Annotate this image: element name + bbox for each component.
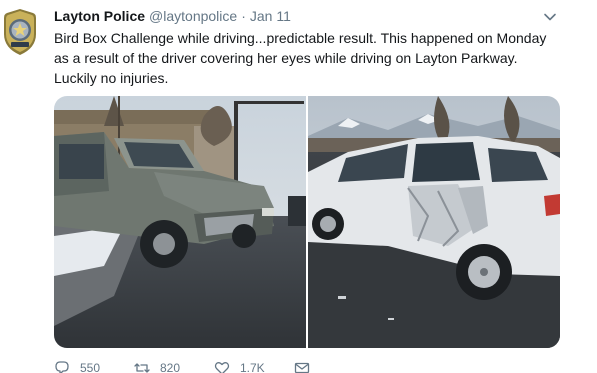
tweet-text-line: Luckily no injuries. (54, 70, 169, 86)
heart-icon (214, 362, 230, 373)
tweet-header: Layton Police @laytonpolice · Jan 11 (54, 8, 291, 28)
author-handle[interactable]: @laytonpolice (149, 8, 237, 24)
retweet-button[interactable]: 820 (134, 360, 214, 373)
retweet-count: 820 (160, 361, 181, 373)
retweet-icon (134, 363, 150, 373)
reply-button[interactable]: 550 (54, 360, 134, 373)
tweet-menu-button[interactable] (543, 10, 557, 24)
avatar[interactable] (2, 8, 38, 56)
reply-count: 550 (80, 361, 101, 373)
tweet-actions: 550 820 1.7K (54, 360, 310, 373)
like-count: 1.7K (240, 361, 265, 373)
tweet[interactable]: Layton Police @laytonpolice · Jan 11 Bir… (0, 0, 597, 373)
tweet-media (54, 96, 560, 348)
reply-icon (55, 361, 69, 373)
police-badge-icon (4, 9, 36, 55)
tweet-text: Bird Box Challenge while driving...predi… (54, 28, 554, 88)
chevron-down-icon (544, 13, 556, 21)
author-name[interactable]: Layton Police (54, 8, 145, 24)
tweet-text-line: as a result of the driver covering her e… (54, 50, 518, 66)
photo-white-suv[interactable] (308, 96, 560, 348)
photo-gray-truck[interactable] (54, 96, 306, 348)
like-button[interactable]: 1.7K (214, 360, 294, 373)
crashed-suv-image (308, 96, 560, 348)
direct-message-button[interactable] (294, 360, 310, 373)
crashed-truck-image (54, 96, 306, 348)
tweet-text-line: Bird Box Challenge while driving...predi… (54, 30, 547, 46)
envelope-icon (294, 362, 310, 373)
tweet-date[interactable]: Jan 11 (250, 8, 291, 24)
separator-dot: · (241, 8, 246, 24)
